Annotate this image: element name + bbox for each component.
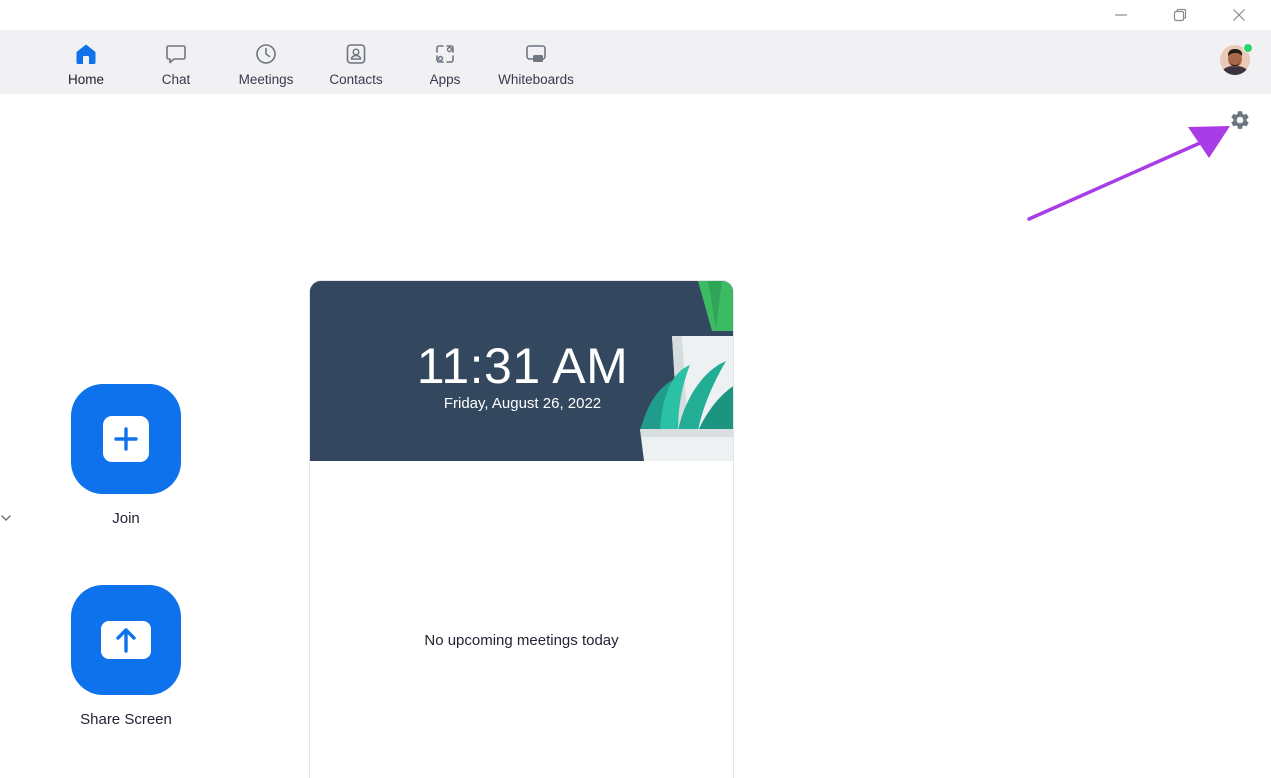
upcoming-meetings-panel: 11:31 AM Friday, August 26, 2022 No upco… [309, 280, 734, 778]
tab-meetings-label: Meetings [238, 72, 294, 87]
clock-icon [254, 42, 278, 66]
share-screen-action: Share Screen [56, 585, 196, 728]
profile-avatar[interactable] [1220, 43, 1253, 75]
tab-chat[interactable]: Chat [146, 30, 206, 94]
join-action: Join [56, 384, 196, 527]
current-time: 11:31 AM [416, 338, 629, 394]
join-label: Join [112, 510, 140, 527]
tab-contacts-label: Contacts [329, 72, 383, 87]
restore-button[interactable] [1157, 0, 1203, 30]
minimize-button[interactable] [1098, 0, 1144, 30]
chat-icon [164, 42, 188, 66]
tab-contacts[interactable]: Contacts [322, 30, 390, 94]
zoom-window: Home Chat Meetings Contacts Apps Whitebo… [0, 0, 1271, 778]
tab-meetings[interactable]: Meetings [230, 30, 302, 94]
join-button[interactable] [71, 384, 181, 494]
minimize-icon [1115, 14, 1127, 16]
close-window-button[interactable] [1216, 0, 1262, 30]
apps-icon [433, 42, 457, 66]
clock-header: 11:31 AM Friday, August 26, 2022 [310, 281, 733, 461]
restore-icon [1173, 8, 1187, 22]
no-meetings-message: No upcoming meetings today [424, 632, 619, 649]
close-icon [1233, 9, 1245, 21]
plus-icon [103, 416, 149, 462]
tab-chat-label: Chat [161, 72, 191, 87]
title-bar [0, 0, 1271, 30]
tab-home-label: Home [67, 72, 104, 87]
contacts-icon [344, 42, 368, 66]
whiteboard-icon [524, 42, 548, 66]
tab-whiteboards[interactable]: Whiteboards [494, 30, 578, 94]
gear-icon [1231, 111, 1249, 129]
tab-apps-label: Apps [429, 72, 461, 87]
tab-whiteboards-label: Whiteboards [498, 72, 574, 87]
share-screen-button[interactable] [71, 585, 181, 695]
home-icon [74, 42, 98, 66]
share-screen-label: Share Screen [80, 711, 172, 728]
online-status-dot [1243, 43, 1253, 53]
top-navigation: Home Chat Meetings Contacts Apps Whitebo… [0, 30, 1271, 94]
chevron-down-icon[interactable] [0, 512, 12, 524]
tab-home[interactable]: Home [56, 30, 116, 94]
settings-button[interactable] [1228, 108, 1252, 132]
tab-apps[interactable]: Apps [415, 30, 475, 94]
share-arrow-up-icon [101, 621, 151, 659]
current-date: Friday, August 26, 2022 [443, 395, 602, 412]
